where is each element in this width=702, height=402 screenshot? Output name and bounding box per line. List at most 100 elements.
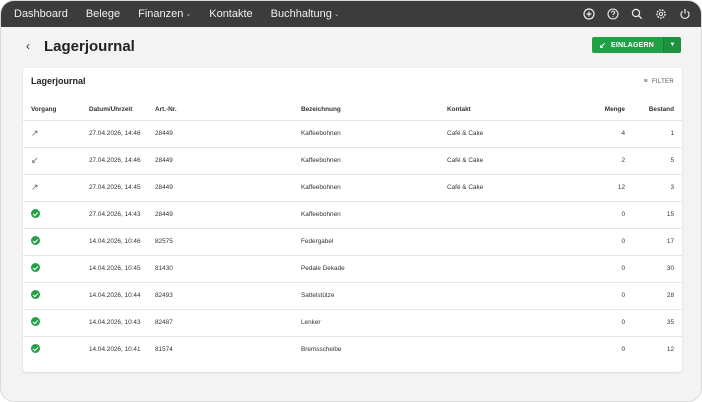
cell-bez: Kaffeebohnen <box>301 200 447 228</box>
cell-art: 28449 <box>155 146 301 174</box>
einlagern-button[interactable]: ↙ EINLAGERN <box>592 37 663 53</box>
cell-bestand: 15 <box>625 200 682 228</box>
caret-down-icon: ▼ <box>669 42 676 48</box>
table-row[interactable]: ↗ 27.04.2026, 14:45 28449 Kaffeebohnen Café … <box>23 173 682 201</box>
journal-table: Vorgang Datum/Uhrzeit Art.-Nr. Bezeichnu… <box>23 100 682 363</box>
nav-finanzen[interactable]: Finanzen ⌄ <box>138 8 191 20</box>
cell-datum: 27.04.2026, 14:45 <box>89 173 155 201</box>
cell-art: 28449 <box>155 200 301 228</box>
nav-dashboard[interactable]: Dashboard <box>14 8 68 20</box>
cell-menge: 2 <box>547 146 625 174</box>
column-header-vorgang[interactable]: Vorgang <box>23 100 89 120</box>
nav-belege[interactable]: Belege <box>86 8 120 20</box>
nav-kontakte[interactable]: Kontakte <box>209 8 252 20</box>
table-row[interactable]: ↗ 27.04.2026, 14:46 28449 Kaffeebohnen Café … <box>23 119 682 147</box>
journal-card: Lagerjournal ≡ FILTER Vorgang Datum/Uhrz… <box>23 68 682 372</box>
cell-bestand: 3 <box>625 173 682 201</box>
nav-label: Kontakte <box>209 8 253 20</box>
cell-kontakt <box>447 281 547 309</box>
cell-bestand: 12 <box>625 335 682 363</box>
table-row[interactable]: 14.04.2026, 10:46 82575 Federgabel 0 17 <box>23 227 682 255</box>
table-row[interactable]: 14.04.2026, 10:43 82487 Lenker 0 35 <box>23 308 682 336</box>
einlagern-split-button: ↙ EINLAGERN ▼ <box>592 37 681 53</box>
cell-bestand: 5 <box>625 146 682 174</box>
cell-bez: Bremsscheibe <box>301 335 447 363</box>
cell-menge: 12 <box>547 173 625 201</box>
cell-kontakt: Café & Cake <box>447 119 547 147</box>
cell-datum: 14.04.2026, 10:45 <box>89 254 155 282</box>
cell-bez: Kaffeebohnen <box>301 173 447 201</box>
nav-label: Finanzen <box>138 8 184 20</box>
cell-kontakt <box>447 308 547 336</box>
cell-bestand: 1 <box>625 119 682 147</box>
cell-art: 81574 <box>155 335 301 363</box>
cell-art: 81430 <box>155 254 301 282</box>
cell-bestand: 35 <box>625 308 682 336</box>
cell-menge: 0 <box>547 200 625 228</box>
cell-art: 82575 <box>155 227 301 255</box>
cell-vorgang: ↙ <box>23 146 89 174</box>
nav-buchhaltung[interactable]: Buchhaltung ⌄ <box>271 8 340 20</box>
help-icon[interactable] <box>607 8 619 20</box>
nav-icon-group <box>571 8 701 20</box>
cell-menge: 4 <box>547 119 625 147</box>
column-header-art-nr[interactable]: Art.-Nr. <box>155 100 301 120</box>
cell-vorgang <box>23 254 89 282</box>
column-header-bezeichnung[interactable]: Bezeichnung <box>301 100 447 120</box>
cell-bez: Sattelstütze <box>301 281 447 309</box>
check-circle-icon <box>31 236 40 245</box>
nav-label: Buchhaltung <box>270 8 332 20</box>
check-circle-icon <box>31 263 40 272</box>
cell-menge: 0 <box>547 254 625 282</box>
cell-art: 28449 <box>155 173 301 201</box>
add-circle-icon[interactable] <box>583 8 595 20</box>
cell-kontakt <box>447 254 547 282</box>
column-header-kontakt[interactable]: Kontakt <box>447 100 547 120</box>
cell-bez: Kaffeebohnen <box>301 146 447 174</box>
cell-vorgang <box>23 335 89 363</box>
einlagern-dropdown-toggle[interactable]: ▼ <box>663 37 681 53</box>
cell-vorgang: ↗ <box>23 119 89 147</box>
column-header-datum[interactable]: Datum/Uhrzeit <box>89 100 155 120</box>
cell-datum: 27.04.2026, 14:46 <box>89 119 155 147</box>
cell-datum: 14.04.2026, 10:46 <box>89 227 155 255</box>
cell-art: 82493 <box>155 281 301 309</box>
top-navigation: Dashboard Belege Finanzen ⌄ Kontakte Buch… <box>1 1 701 27</box>
table-row[interactable]: ↙ 27.04.2026, 14:46 28449 Kaffeebohnen Café … <box>23 146 682 174</box>
table-row[interactable]: 14.04.2026, 10:44 82493 Sattelstütze 0 28 <box>23 281 682 309</box>
column-header-bestand[interactable]: Bestand <box>625 100 682 120</box>
filter-button[interactable]: ≡ FILTER <box>644 78 674 85</box>
cell-vorgang <box>23 200 89 228</box>
chevron-down-icon: ⌄ <box>333 11 340 18</box>
table-row[interactable]: 14.04.2026, 10:45 81430 Pedale Dekade 0 30 <box>23 254 682 282</box>
cell-art: 28449 <box>155 119 301 147</box>
cell-vorgang: ↗ <box>23 173 89 201</box>
incoming-arrow-icon: ↙ <box>31 155 39 165</box>
cell-menge: 0 <box>547 308 625 336</box>
check-circle-icon <box>31 344 40 354</box>
column-header-menge[interactable]: Menge <box>547 100 625 120</box>
chevron-left-icon[interactable]: ‹ <box>26 39 36 53</box>
cell-vorgang <box>23 281 89 309</box>
check-circle-icon <box>31 317 40 326</box>
cell-bestand: 17 <box>625 227 682 255</box>
outgoing-arrow-icon: ↗ <box>31 182 39 192</box>
card-title: Lagerjournal <box>31 76 86 86</box>
cell-bez: Federgabel <box>301 227 447 255</box>
cell-kontakt: Café & Cake <box>447 173 547 201</box>
power-icon[interactable] <box>679 8 691 20</box>
gear-icon[interactable] <box>655 8 667 20</box>
table-row[interactable]: 27.04.2026, 14:43 28449 Kaffeebohnen 0 15 <box>23 200 682 228</box>
incoming-arrow-icon: ↙ <box>599 40 606 50</box>
table-row[interactable]: 14.04.2026, 10:41 81574 Bremsscheibe 0 12 <box>23 335 682 363</box>
cell-menge: 0 <box>547 227 625 255</box>
nav-label: Dashboard <box>14 8 68 20</box>
filter-label: FILTER <box>651 78 674 85</box>
check-circle-icon <box>31 209 40 218</box>
cell-bez: Kaffeebohnen <box>301 119 447 147</box>
search-icon[interactable] <box>631 8 643 20</box>
cell-bez: Pedale Dekade <box>301 254 447 282</box>
outgoing-arrow-icon: ↗ <box>31 128 39 138</box>
cell-vorgang <box>23 308 89 336</box>
cell-datum: 14.04.2026, 10:43 <box>89 308 155 336</box>
